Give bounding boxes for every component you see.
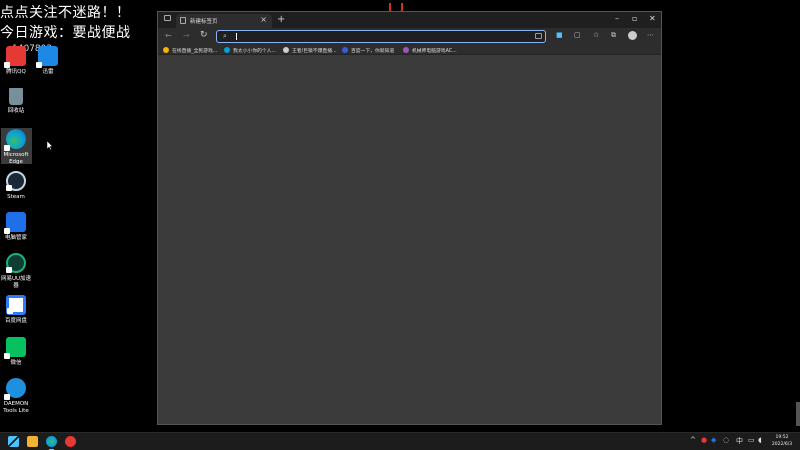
refresh-button[interactable]: ↻ bbox=[200, 30, 208, 40]
desktop-icon-qq[interactable]: 腾讯QQ bbox=[0, 46, 32, 76]
favorite-item[interactable]: 我太小小你的个人... bbox=[224, 46, 276, 54]
favorite-site-icon bbox=[224, 47, 230, 53]
tab-actions-icon[interactable] bbox=[164, 15, 171, 21]
qq-icon bbox=[4, 46, 26, 68]
tray-shield-icon[interactable]: ◆ bbox=[711, 436, 716, 444]
extension-icon[interactable]: ■ bbox=[556, 31, 563, 39]
collections-icon[interactable]: ⧉ bbox=[611, 31, 616, 40]
forward-button[interactable]: → bbox=[183, 31, 190, 40]
desktop-icon-daemon-tools[interactable]: DAEMON Tools Lite bbox=[0, 378, 32, 414]
edge-taskbar-icon[interactable] bbox=[46, 436, 57, 450]
desktop-icon-label: 电脑管家 bbox=[4, 235, 27, 241]
desktop-icon-label: DAEMON Tools Lite bbox=[3, 401, 29, 414]
favorite-site-icon bbox=[342, 47, 348, 53]
recycle-bin-icon bbox=[9, 88, 23, 105]
desktop-icon-label: Microsoft Edge bbox=[3, 152, 29, 165]
search-icon: ⌕ bbox=[223, 32, 227, 40]
new-tab-page-content[interactable] bbox=[158, 56, 661, 424]
address-bar[interactable]: ⌕ bbox=[216, 30, 546, 43]
minimize-button[interactable]: – bbox=[615, 14, 619, 23]
clock-date: 2022/6/3 bbox=[771, 442, 793, 447]
wechat-icon bbox=[4, 337, 26, 359]
favorite-item[interactable]: 机械师电脑游戏AC... bbox=[403, 46, 457, 54]
uu-accelerator-icon bbox=[6, 253, 26, 273]
favorite-item[interactable]: 在线直播_全民游戏... bbox=[163, 46, 217, 54]
desktop-icon-label: 迅雷 bbox=[42, 69, 54, 75]
favorite-label: 我太小小你的个人... bbox=[233, 48, 276, 54]
favorite-label: 在线直播_全民游戏... bbox=[172, 48, 218, 54]
tab-page-icon bbox=[180, 17, 186, 24]
volume-icon[interactable]: ◖ bbox=[758, 436, 762, 444]
mouse-cursor-icon bbox=[47, 141, 53, 150]
file-explorer-icon[interactable] bbox=[27, 436, 38, 447]
desktop-icon-pc-manager[interactable]: 电脑管家 bbox=[0, 212, 32, 242]
edge-browser-window: 新建标签页 × + – ▫ ✕ ← → ↻ ⌕ ■ ▢ ☆ ⧉ ⋯ 在线直播_全… bbox=[157, 11, 662, 425]
close-window-button[interactable]: ✕ bbox=[649, 14, 656, 23]
reader-mode-icon[interactable] bbox=[535, 33, 542, 39]
stream-overlay-line1: 点点关注不迷路！！ bbox=[0, 5, 131, 21]
tray-overflow-icon[interactable]: ^ bbox=[690, 436, 696, 444]
browser-toolbar: ← → ↻ ⌕ ■ ▢ ☆ ⧉ ⋯ bbox=[158, 28, 661, 45]
steam-icon bbox=[6, 171, 26, 191]
text-caret bbox=[236, 33, 237, 40]
desktop-icon-label: 百度网盘 bbox=[4, 318, 27, 324]
windows-start-icon[interactable] bbox=[8, 436, 19, 447]
favorite-site-icon bbox=[283, 47, 289, 53]
profile-avatar[interactable] bbox=[628, 31, 637, 40]
desktop-icon-steam[interactable]: Steam bbox=[0, 171, 32, 201]
favorite-site-icon bbox=[163, 47, 169, 53]
edge-icon bbox=[4, 129, 26, 151]
clock-time: 19:52 bbox=[775, 435, 789, 440]
maximize-button[interactable]: ▫ bbox=[632, 14, 637, 23]
favorites-bar: 在线直播_全民游戏... 我太小小你的个人... 王者/巨猿不爆直播... 百度… bbox=[158, 45, 661, 55]
app-red-taskbar-icon[interactable] bbox=[65, 436, 76, 447]
back-button[interactable]: ← bbox=[165, 31, 172, 40]
stream-overlay-line2: 今日游戏：要战便战 bbox=[0, 25, 131, 41]
desktop-icon-label: 回收站 bbox=[7, 108, 25, 114]
new-tab-button[interactable]: + bbox=[277, 14, 285, 25]
desktop-icon-xunlei[interactable]: 迅雷 bbox=[32, 46, 64, 76]
address-input[interactable] bbox=[233, 32, 523, 41]
daemon-tools-icon bbox=[4, 378, 26, 400]
desktop-icon-label: Steam bbox=[7, 194, 25, 200]
favorite-item[interactable]: 王者/巨猿不爆直播... bbox=[283, 46, 337, 54]
tray-wechat-icon[interactable]: ◌ bbox=[723, 436, 729, 444]
desktop-icon-label: 网易UU加速器 bbox=[0, 276, 32, 289]
desktop-icon-edge[interactable]: Microsoft Edge bbox=[0, 129, 32, 165]
taskbar: ^ ● ◆ ◌ 中 ▭ ◖ 19:52 2022/6/3 bbox=[0, 432, 800, 450]
more-menu-icon[interactable]: ⋯ bbox=[647, 31, 654, 39]
input-method-indicator[interactable]: 中 bbox=[736, 436, 743, 446]
favorite-label: 百度一下，你就知道 bbox=[351, 48, 395, 54]
tab-close-icon[interactable]: × bbox=[260, 15, 267, 24]
desktop-icon-label: 微信 bbox=[10, 360, 22, 366]
favorite-item[interactable]: 百度一下，你就知道 bbox=[342, 46, 394, 54]
tab-new-tab[interactable]: 新建标签页 × bbox=[176, 14, 272, 28]
screen-edge-handle bbox=[796, 402, 800, 426]
network-icon[interactable]: ▭ bbox=[748, 436, 755, 444]
desktop-icon-baidu-netdisk[interactable]: 百度网盘 bbox=[0, 295, 32, 325]
tray-app-icon[interactable]: ● bbox=[701, 436, 707, 444]
desktop-icon-uu-accelerator[interactable]: 网易UU加速器 bbox=[0, 253, 32, 289]
tab-title: 新建标签页 bbox=[190, 19, 218, 25]
split-screen-icon[interactable]: ▢ bbox=[574, 31, 581, 39]
desktop-icon-recycle-bin[interactable]: 回收站 bbox=[0, 88, 32, 115]
favorite-label: 机械师电脑游戏AC... bbox=[412, 48, 457, 54]
desktop-icon-label: 腾讯QQ bbox=[6, 69, 26, 75]
browser-titlebar[interactable]: 新建标签页 × + – ▫ ✕ bbox=[158, 12, 661, 28]
desktop-icon-wechat[interactable]: 微信 bbox=[0, 337, 32, 367]
favorites-star-icon[interactable]: ☆ bbox=[593, 31, 599, 39]
favorite-label: 王者/巨猿不爆直播... bbox=[292, 48, 337, 54]
baidu-netdisk-icon bbox=[6, 295, 26, 315]
desktop: 点点关注不迷路！！ 今日游戏：要战便战 1407802 腾讯QQ 迅雷 回收站 … bbox=[0, 0, 800, 432]
favorite-site-icon bbox=[403, 47, 409, 53]
xunlei-icon bbox=[36, 46, 58, 68]
system-clock[interactable]: 19:52 2022/6/3 bbox=[765, 434, 799, 448]
pc-manager-icon bbox=[4, 212, 26, 234]
